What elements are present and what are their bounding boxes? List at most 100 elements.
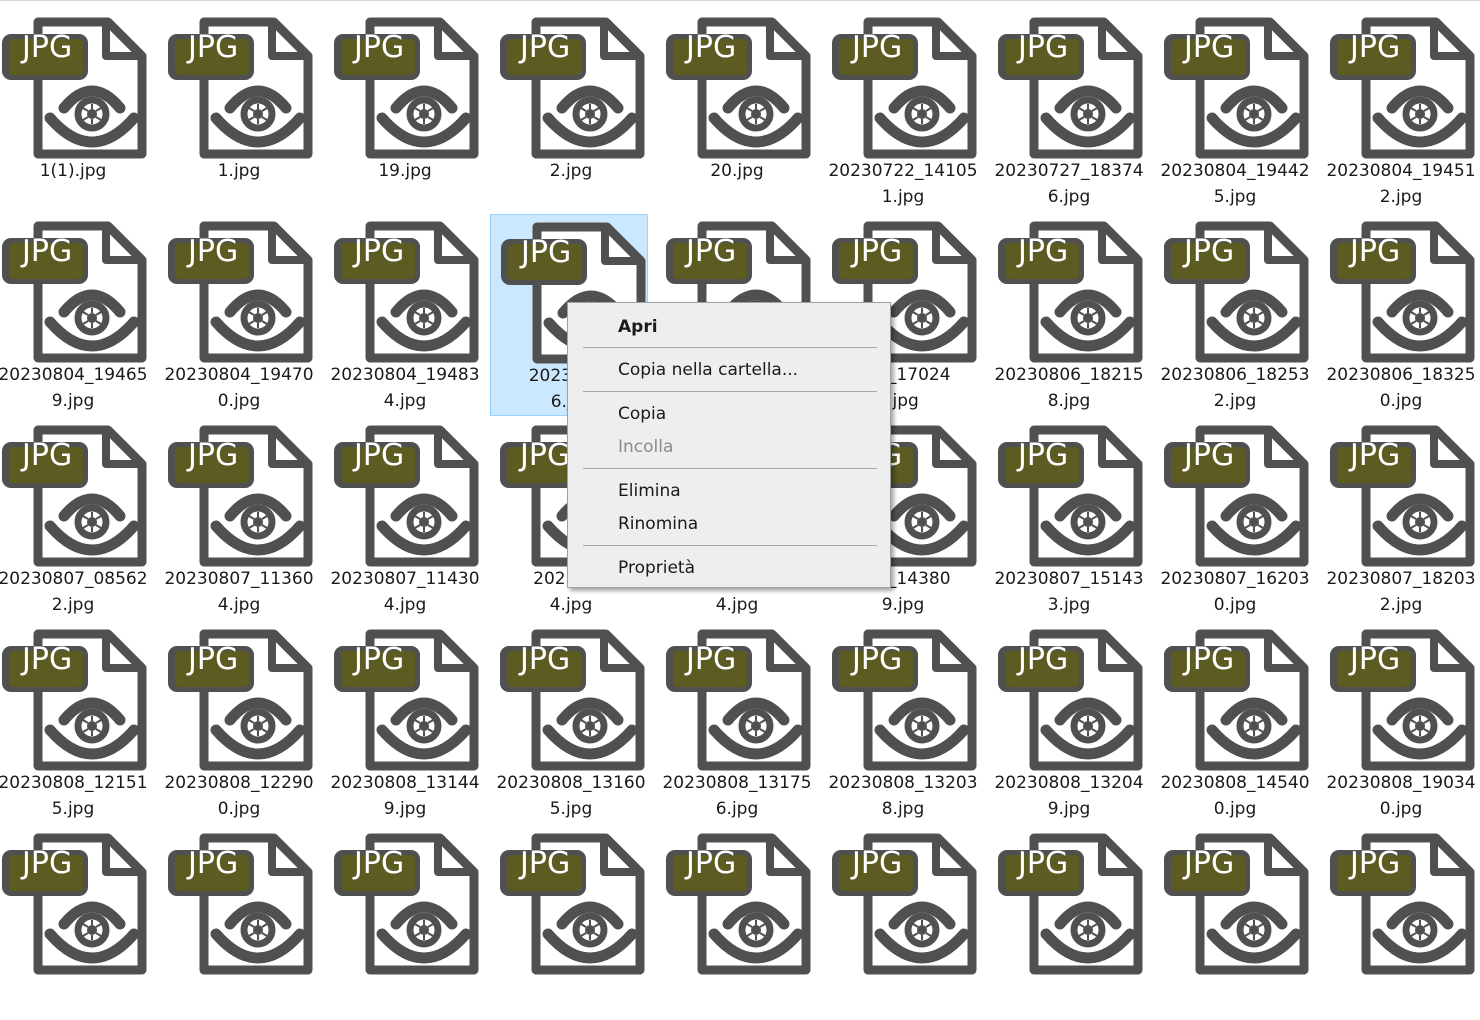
file-item[interactable]: JPG 20230722_14105 1.jpg	[828, 4, 984, 207]
file-item[interactable]: JPG 2.jpg	[496, 4, 652, 204]
file-type-label: JPG	[22, 642, 73, 677]
jpg-file-icon: JPG	[1328, 828, 1480, 980]
file-item[interactable]: JPG 20.jpg	[662, 4, 818, 204]
file-type-label: JPG	[686, 30, 737, 65]
file-item[interactable]: JPG 20230806_18325 0.jpg	[1326, 208, 1480, 411]
file-name-line1: 20230806_18215	[994, 365, 1144, 385]
file-item[interactable]: JPG 20230804_19483 4.jpg	[330, 208, 486, 411]
file-name-line1: 20230806_18253	[1160, 365, 1310, 385]
jpg-file-icon: JPG	[166, 828, 318, 980]
menu-item-copy-to-folder[interactable]: Copia nella cartella...	[618, 359, 798, 381]
file-type-label: JPG	[520, 846, 571, 881]
file-item[interactable]: JPG 20230806_18215 8.jpg	[994, 208, 1150, 411]
file-item[interactable]: JPG	[164, 820, 320, 1020]
jpg-file-icon: JPG	[996, 828, 1148, 980]
file-item[interactable]: JPG	[330, 820, 486, 1020]
menu-item-copy[interactable]: Copia	[618, 403, 666, 425]
file-item[interactable]: JPG 20230808_13160 5.jpg	[496, 616, 652, 819]
jpg-file-icon: JPG	[166, 216, 318, 368]
file-type-label: JPG	[1018, 846, 1069, 881]
jpg-file-icon: JPG	[1328, 624, 1480, 776]
file-name-line2: 4.jpg	[383, 595, 427, 615]
file-item[interactable]: JPG	[1160, 820, 1316, 1020]
file-type-label: JPG	[354, 642, 405, 677]
file-item[interactable]: JPG	[994, 820, 1150, 1020]
file-item[interactable]: JPG 20230807_08562 2.jpg	[0, 412, 154, 615]
file-name-line1: 1(1).jpg	[39, 161, 107, 181]
jpg-file-icon: JPG	[332, 12, 484, 164]
file-item[interactable]: JPG 20230804_19465 9.jpg	[0, 208, 154, 411]
file-item[interactable]: JPG 19.jpg	[330, 4, 486, 204]
file-item[interactable]: JPG 20230808_12151 5.jpg	[0, 616, 154, 819]
file-item[interactable]: JPG 20230807_15143 3.jpg	[994, 412, 1150, 615]
menu-separator	[583, 391, 877, 392]
file-type-label: JPG	[520, 438, 571, 473]
file-item[interactable]: JPG 20230808_13144 9.jpg	[330, 616, 486, 819]
jpg-file-icon: JPG	[0, 624, 152, 776]
menu-item-open[interactable]: Apri	[618, 316, 658, 338]
file-item[interactable]: JPG 20230806_18253 2.jpg	[1160, 208, 1316, 411]
file-type-label: JPG	[852, 30, 903, 65]
file-name-line1: 20230808_13204	[994, 773, 1144, 793]
file-type-label: JPG	[520, 642, 571, 677]
menu-item-paste: Incolla	[618, 437, 674, 457]
file-item[interactable]: JPG 20230804_19442 5.jpg	[1160, 4, 1316, 207]
jpg-file-icon: JPG	[664, 624, 816, 776]
file-item[interactable]: JPG 20230804_19451 2.jpg	[1326, 4, 1480, 207]
file-name-line1: 20230804_19483	[330, 365, 480, 385]
file-item[interactable]: JPG	[662, 820, 818, 1020]
file-item[interactable]: JPG 20230804_19470 0.jpg	[164, 208, 320, 411]
file-item[interactable]: JPG 20230808_13203 8.jpg	[828, 616, 984, 819]
jpg-file-icon: JPG	[1328, 420, 1480, 572]
file-item[interactable]: JPG 20230808_14540 0.jpg	[1160, 616, 1316, 819]
file-name-line2: 9.jpg	[383, 799, 427, 819]
menu-separator	[583, 468, 877, 469]
file-type-label: JPG	[686, 234, 737, 269]
file-item[interactable]: JPG 20230808_19034 0.jpg	[1326, 616, 1480, 819]
file-item[interactable]: JPG 20230807_16203 0.jpg	[1160, 412, 1316, 615]
file-item[interactable]: JPG 20230807_11360 4.jpg	[164, 412, 320, 615]
file-item[interactable]: JPG	[828, 820, 984, 1020]
jpg-file-icon: JPG	[166, 624, 318, 776]
file-type-label: JPG	[852, 846, 903, 881]
file-item[interactable]: JPG 20230808_12290 0.jpg	[164, 616, 320, 819]
file-type-label: JPG	[188, 642, 239, 677]
file-type-label: JPG	[1184, 642, 1235, 677]
file-name-line2: 1.jpg	[881, 187, 925, 207]
file-type-label: JPG	[354, 438, 405, 473]
jpg-file-icon: JPG	[0, 828, 152, 980]
file-name-line1: 20230807_08562	[0, 569, 148, 589]
file-item[interactable]: JPG 20230727_18374 6.jpg	[994, 4, 1150, 207]
file-item[interactable]: JPG 1(1).jpg	[0, 4, 154, 204]
file-name-line1: 20230727_18374	[994, 161, 1144, 181]
jpg-file-icon: JPG	[166, 420, 318, 572]
file-type-label: JPG	[188, 30, 239, 65]
jpg-file-icon: JPG	[498, 624, 650, 776]
file-type-label: JPG	[686, 642, 737, 677]
menu-item-rename[interactable]: Rinomina	[618, 513, 698, 535]
jpg-file-icon: JPG	[664, 12, 816, 164]
file-type-label: JPG	[22, 846, 73, 881]
menu-item-properties[interactable]: Proprietà	[618, 557, 695, 579]
file-name-line2: 9.jpg	[51, 391, 95, 411]
file-item[interactable]: JPG 1.jpg	[164, 4, 320, 204]
jpg-file-icon: JPG	[498, 828, 650, 980]
file-name-line2: 0.jpg	[217, 799, 261, 819]
file-item[interactable]: JPG	[1326, 820, 1480, 1020]
file-name-line2: 5.jpg	[51, 799, 95, 819]
file-type-label: JPG	[188, 234, 239, 269]
file-name-line2: 6.jpg	[1047, 187, 1091, 207]
context-menu: Apri Copia nella cartella... Copia Incol…	[567, 302, 891, 588]
file-name-line2: 5.jpg	[1213, 187, 1257, 207]
file-item[interactable]: JPG	[0, 820, 154, 1020]
file-item[interactable]: JPG 20230808_13175 6.jpg	[662, 616, 818, 819]
file-name-line1: 20230807_15143	[994, 569, 1144, 589]
file-item[interactable]: JPG 20230808_13204 9.jpg	[994, 616, 1150, 819]
file-name-line2: 4.jpg	[549, 595, 593, 615]
menu-item-delete[interactable]: Elimina	[618, 480, 681, 502]
file-item[interactable]: JPG 20230807_11430 4.jpg	[330, 412, 486, 615]
file-name-line2: 8.jpg	[1047, 391, 1091, 411]
file-item[interactable]: JPG	[496, 820, 652, 1020]
file-item[interactable]: JPG 20230807_18203 2.jpg	[1326, 412, 1480, 615]
file-type-label: JPG	[852, 234, 903, 269]
